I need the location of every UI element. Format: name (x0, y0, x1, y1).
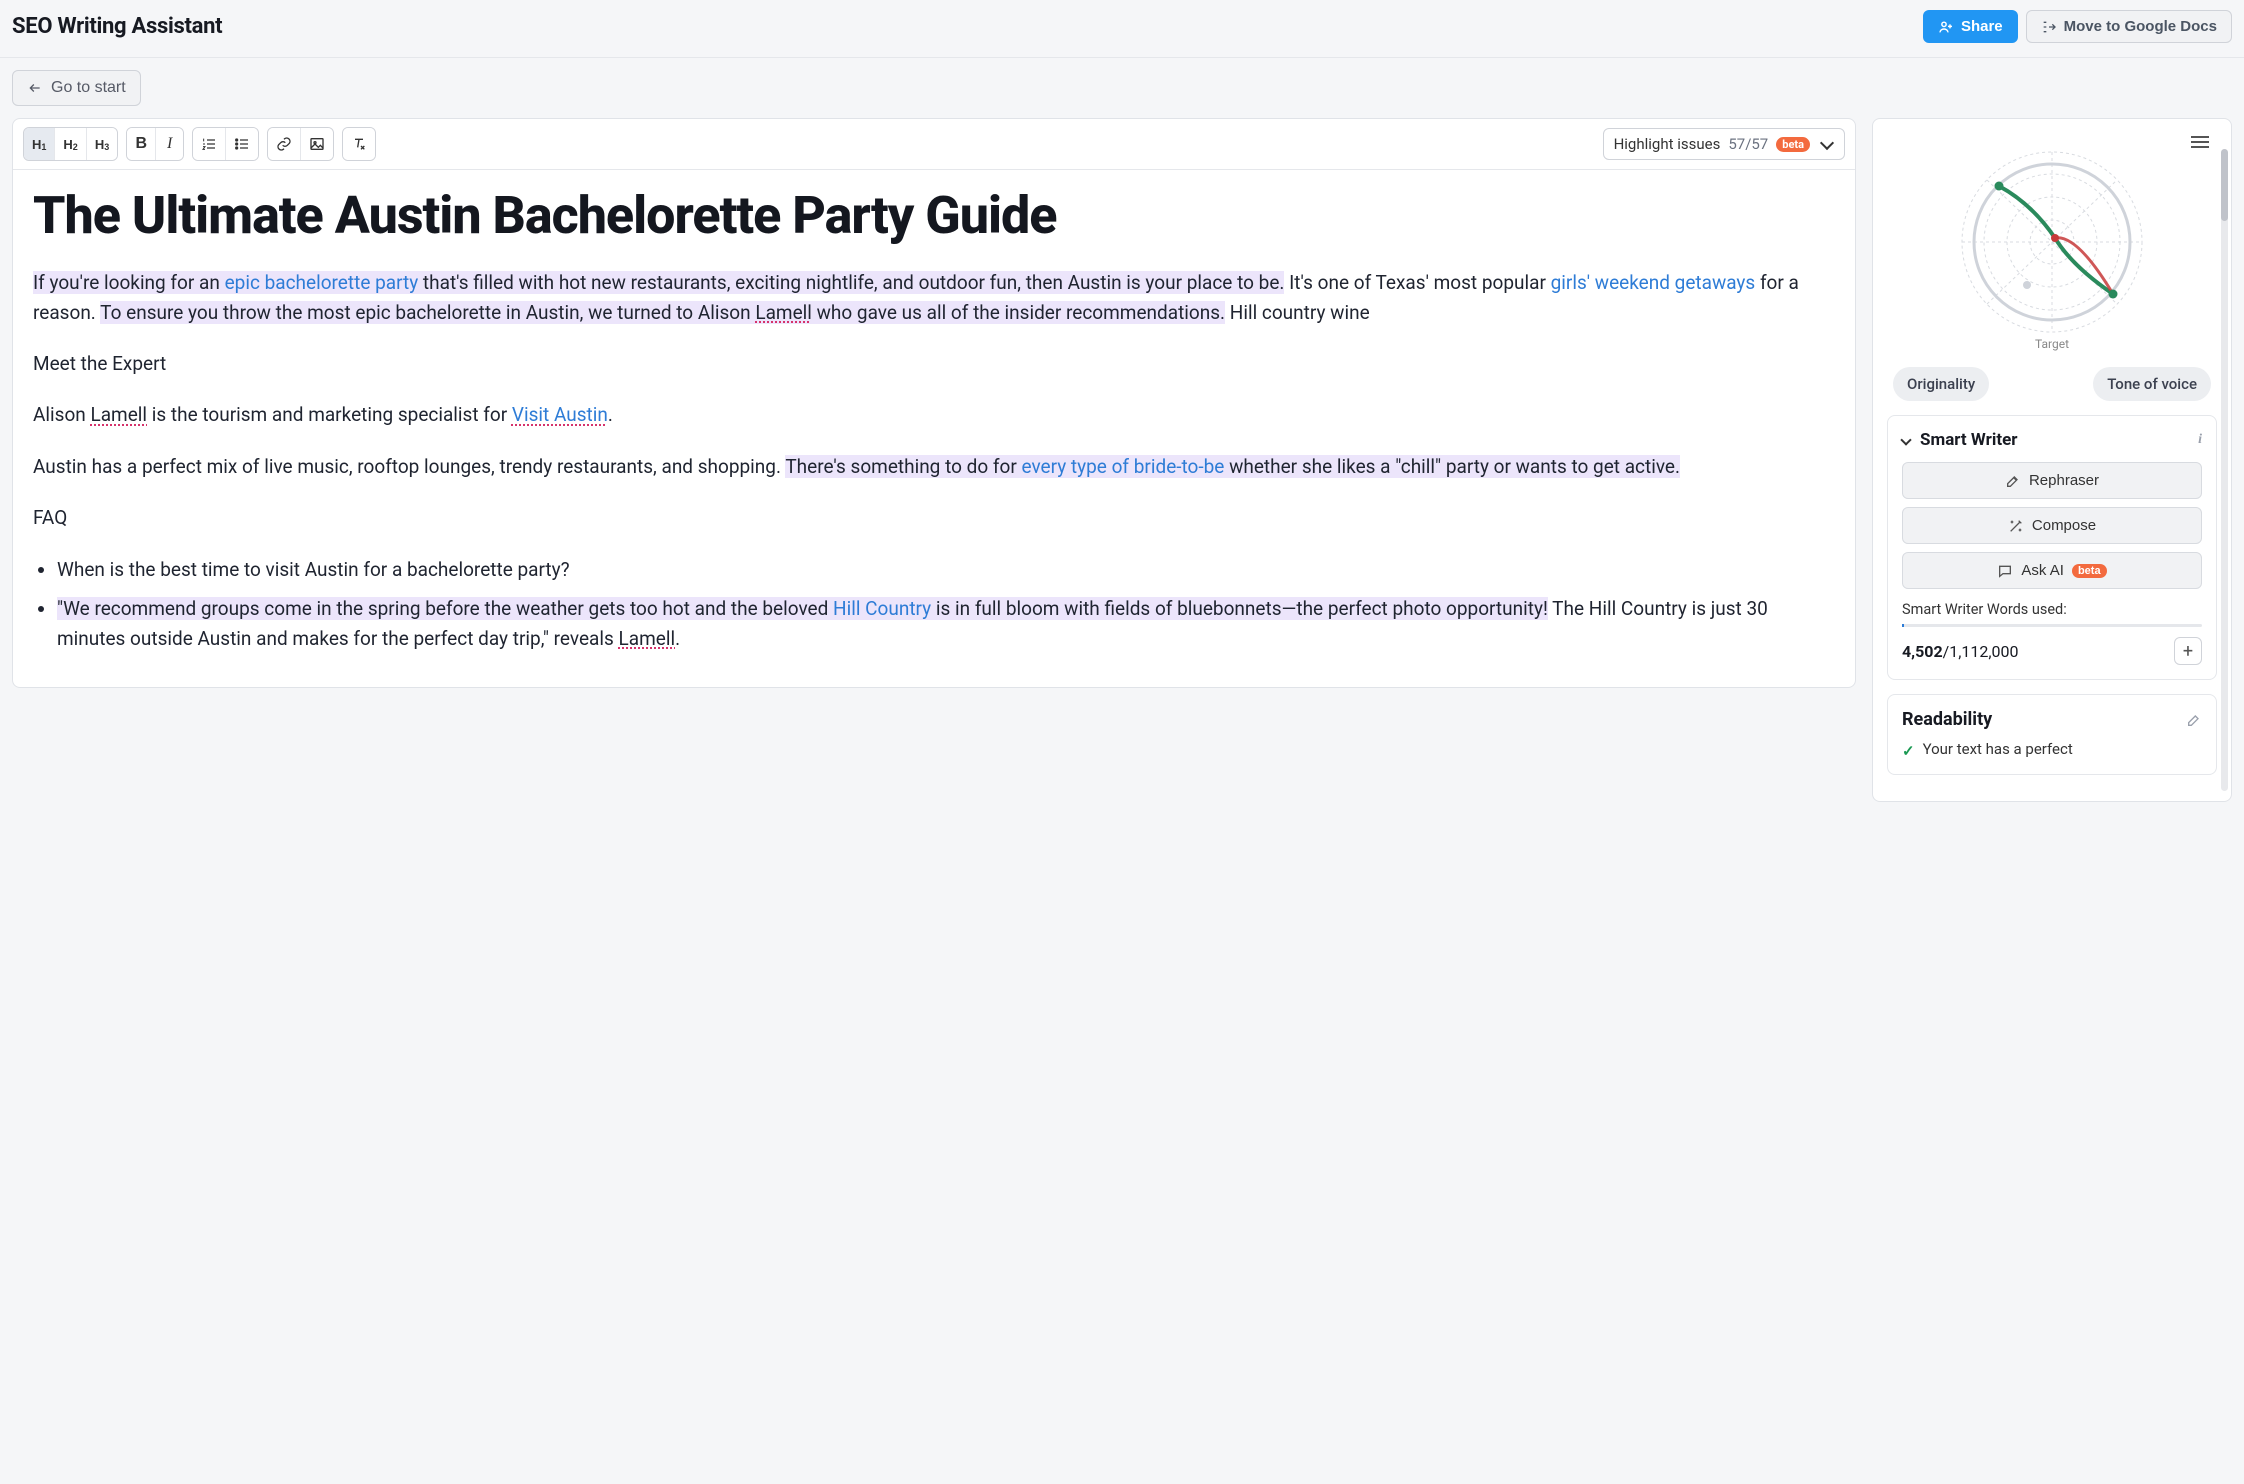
smart-writer-title: Smart Writer (1920, 430, 2190, 450)
share-button[interactable]: Share (1923, 10, 2018, 43)
document-title: The Ultimate Austin Bachelorette Party G… (33, 188, 1835, 244)
rephraser-button[interactable]: Rephraser (1902, 462, 2202, 499)
italic-button[interactable]: I (155, 128, 183, 160)
clear-format-icon (351, 136, 367, 152)
paragraph: Austin has a perfect mix of live music, … (33, 452, 1835, 481)
chevron-down-icon (1820, 135, 1834, 149)
originality-pill[interactable]: Originality (1893, 367, 1989, 401)
pencil-icon[interactable] (2186, 712, 2202, 728)
beta-badge: beta (1776, 137, 1810, 152)
heading-1-button[interactable]: H1 (24, 128, 54, 160)
heading-3-button[interactable]: H3 (86, 128, 117, 160)
readability-title: Readability (1902, 709, 1992, 730)
move-to-gdocs-button[interactable]: Move to Google Docs (2026, 10, 2232, 43)
arrow-left-icon (27, 81, 43, 95)
compose-button[interactable]: Compose (1902, 507, 2202, 544)
paragraph: If you're looking for an epic bacheloret… (33, 268, 1835, 327)
beta-badge: beta (2072, 564, 2107, 578)
link-icon (276, 136, 292, 152)
ordered-list-icon (201, 136, 217, 152)
check-icon: ✓ (1902, 742, 1915, 760)
edit-icon (2005, 473, 2021, 489)
image-button[interactable] (300, 128, 333, 160)
info-icon[interactable]: i (2198, 432, 2202, 448)
list-item: When is the best time to visit Austin fo… (57, 555, 1835, 584)
ordered-list-button[interactable] (193, 128, 225, 160)
paragraph: Alison Lamell is the tourism and marketi… (33, 400, 1835, 429)
list-item: "We recommend groups come in the spring … (57, 594, 1835, 653)
editor-panel: H1 H2 H3 B I (12, 118, 1856, 688)
seo-radar-chart: Target (1873, 137, 2231, 357)
paragraph: Meet the Expert (33, 349, 1835, 378)
page-title: SEO Writing Assistant (12, 14, 222, 39)
unordered-list-button[interactable] (225, 128, 258, 160)
add-words-button[interactable]: + (2174, 637, 2202, 665)
unordered-list-icon (234, 136, 250, 152)
person-add-icon (1938, 19, 1954, 35)
go-to-start-button[interactable]: Go to start (12, 70, 141, 106)
chevron-down-icon[interactable] (1900, 434, 1911, 445)
faq-list: When is the best time to visit Austin fo… (57, 555, 1835, 653)
highlight-issues-dropdown[interactable]: Highlight issues 57/57 beta (1603, 128, 1845, 160)
smart-writer-card: Smart Writer i Rephraser Compose Ask AI … (1887, 415, 2217, 680)
usage-label: Smart Writer Words used: (1902, 601, 2202, 618)
readability-message: Your text has a perfect (1923, 740, 2073, 758)
clear-format-button[interactable] (343, 128, 375, 160)
chat-icon (1997, 563, 2013, 579)
usage-bar (1902, 624, 2202, 627)
bold-button[interactable]: B (127, 128, 155, 160)
image-icon (309, 136, 325, 152)
tone-of-voice-pill[interactable]: Tone of voice (2093, 367, 2211, 401)
heading-2-button[interactable]: H2 (54, 128, 85, 160)
wand-icon (2008, 518, 2024, 534)
ask-ai-button[interactable]: Ask AI beta (1902, 552, 2202, 589)
usage-numbers: 4,502/1,112,000 (1902, 642, 2019, 661)
target-label: Target (2035, 337, 2069, 351)
export-icon (2041, 19, 2057, 35)
link-button[interactable] (268, 128, 300, 160)
side-panel: Target Originality Tone of voice Smart W… (1872, 118, 2232, 802)
editor-toolbar: H1 H2 H3 B I (13, 119, 1855, 170)
document-body[interactable]: The Ultimate Austin Bachelorette Party G… (13, 170, 1855, 687)
readability-card: Readability ✓ Your text has a perfect (1887, 694, 2217, 775)
paragraph: FAQ (33, 503, 1835, 532)
